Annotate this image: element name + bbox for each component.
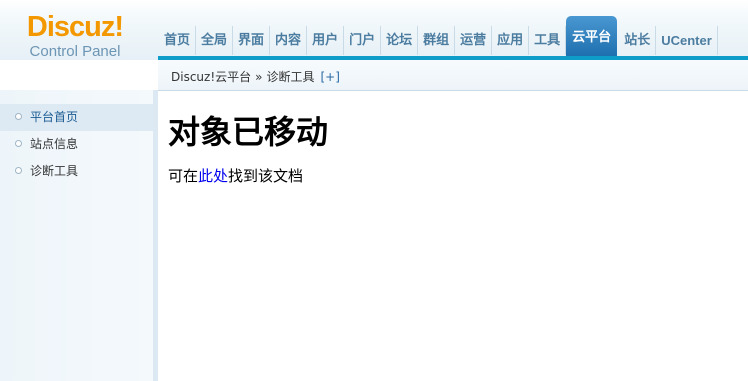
header: Discuz! Control Panel 首页 全局 界面 内容 用户 门户 … — [0, 0, 748, 60]
bullet-icon — [15, 113, 22, 120]
moved-message: 可在此处找到该文档 — [168, 166, 738, 186]
sidebar-item-diagnostic-tools[interactable]: 诊断工具 — [0, 158, 153, 185]
bullet-icon — [15, 140, 22, 147]
message-after: 找到该文档 — [228, 167, 304, 185]
nav-item-cloud-platform[interactable]: 云平台 — [566, 16, 618, 56]
logo-subtitle: Control Panel — [29, 43, 121, 60]
breadcrumb-separator: » — [255, 70, 263, 84]
sidebar: 平台首页 站点信息 诊断工具 — [0, 90, 158, 381]
nav-item-content[interactable]: 内容 — [270, 26, 308, 55]
nav-item-global[interactable]: 全局 — [196, 26, 234, 55]
logo[interactable]: Discuz! Control Panel — [0, 12, 150, 61]
nav-item-operations[interactable]: 运营 — [455, 26, 493, 55]
breadcrumb-current: 诊断工具 — [266, 70, 315, 84]
breadcrumb-root[interactable]: Discuz!云平台 — [171, 70, 251, 84]
here-link[interactable]: 此处 — [198, 167, 228, 185]
sidebar-item-label: 平台首页 — [30, 110, 79, 124]
sidebar-item-site-info[interactable]: 站点信息 — [0, 131, 153, 158]
bullet-icon — [15, 167, 22, 174]
nav-item-webmaster[interactable]: 站长 — [619, 26, 657, 55]
add-shortcut-button[interactable]: [+] — [321, 70, 340, 84]
sidebar-item-label: 诊断工具 — [30, 164, 79, 178]
nav-item-groups[interactable]: 群组 — [418, 26, 456, 55]
nav-item-users[interactable]: 用户 — [307, 26, 345, 55]
nav-item-forum[interactable]: 论坛 — [381, 26, 419, 55]
top-nav: 首页 全局 界面 内容 用户 门户 论坛 群组 运营 应用 工具 云平台 站长 … — [159, 14, 718, 56]
breadcrumb-bar: Discuz!云平台 » 诊断工具 [+] — [158, 60, 748, 91]
logo-title: Discuz! — [26, 11, 124, 43]
page-heading: 对象已移动 — [168, 113, 329, 151]
nav-item-ucenter[interactable]: UCenter — [656, 26, 718, 55]
nav-item-home[interactable]: 首页 — [159, 26, 197, 55]
nav-item-portal[interactable]: 门户 — [344, 26, 382, 55]
main-content: 对象已移动 可在此处找到该文档 — [168, 90, 738, 186]
nav-item-apps[interactable]: 应用 — [492, 26, 530, 55]
nav-item-interface[interactable]: 界面 — [233, 26, 271, 55]
sidebar-item-label: 站点信息 — [30, 137, 79, 151]
sidebar-item-platform-home[interactable]: 平台首页 — [0, 104, 153, 131]
nav-item-tools[interactable]: 工具 — [529, 26, 567, 55]
message-before: 可在 — [168, 167, 199, 185]
breadcrumb: Discuz!云平台 » 诊断工具 [+] — [171, 68, 340, 85]
